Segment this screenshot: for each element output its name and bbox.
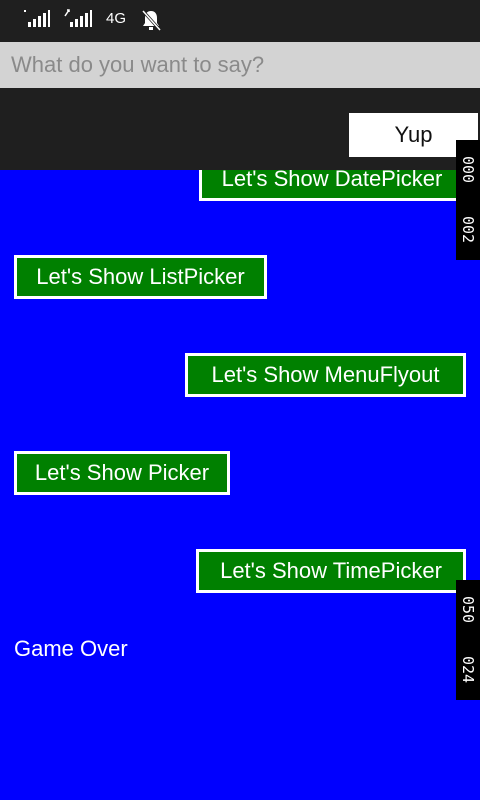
frame-counter-bottom: 050 024 — [456, 580, 480, 700]
counter-value: 024 — [459, 656, 477, 684]
message-input-container — [0, 42, 480, 88]
status-bar: 4G — [0, 0, 480, 42]
show-datepicker-button[interactable]: Let's Show DatePicker — [199, 170, 465, 201]
signal-strength-icon — [64, 9, 92, 27]
muted-bell-icon — [141, 9, 162, 32]
counter-value: 050 — [459, 596, 477, 624]
content-area: Let's Show DatePicker Let's Show ListPic… — [0, 170, 480, 800]
network-type-label: 4G — [106, 10, 127, 27]
game-over-text: Game Over — [14, 636, 128, 661]
show-listpicker-button[interactable]: Let's Show ListPicker — [14, 255, 267, 299]
show-menuflyout-button[interactable]: Let's Show MenuFlyout — [185, 353, 466, 397]
signal-strength-icon — [24, 10, 50, 27]
counter-value: 002 — [459, 216, 477, 244]
counter-value: 000 — [459, 156, 477, 184]
frame-counter-top: 000 002 — [456, 140, 480, 260]
show-timepicker-button[interactable]: Let's Show TimePicker — [196, 549, 466, 593]
message-input[interactable] — [0, 42, 480, 88]
show-picker-button[interactable]: Let's Show Picker — [14, 451, 230, 495]
